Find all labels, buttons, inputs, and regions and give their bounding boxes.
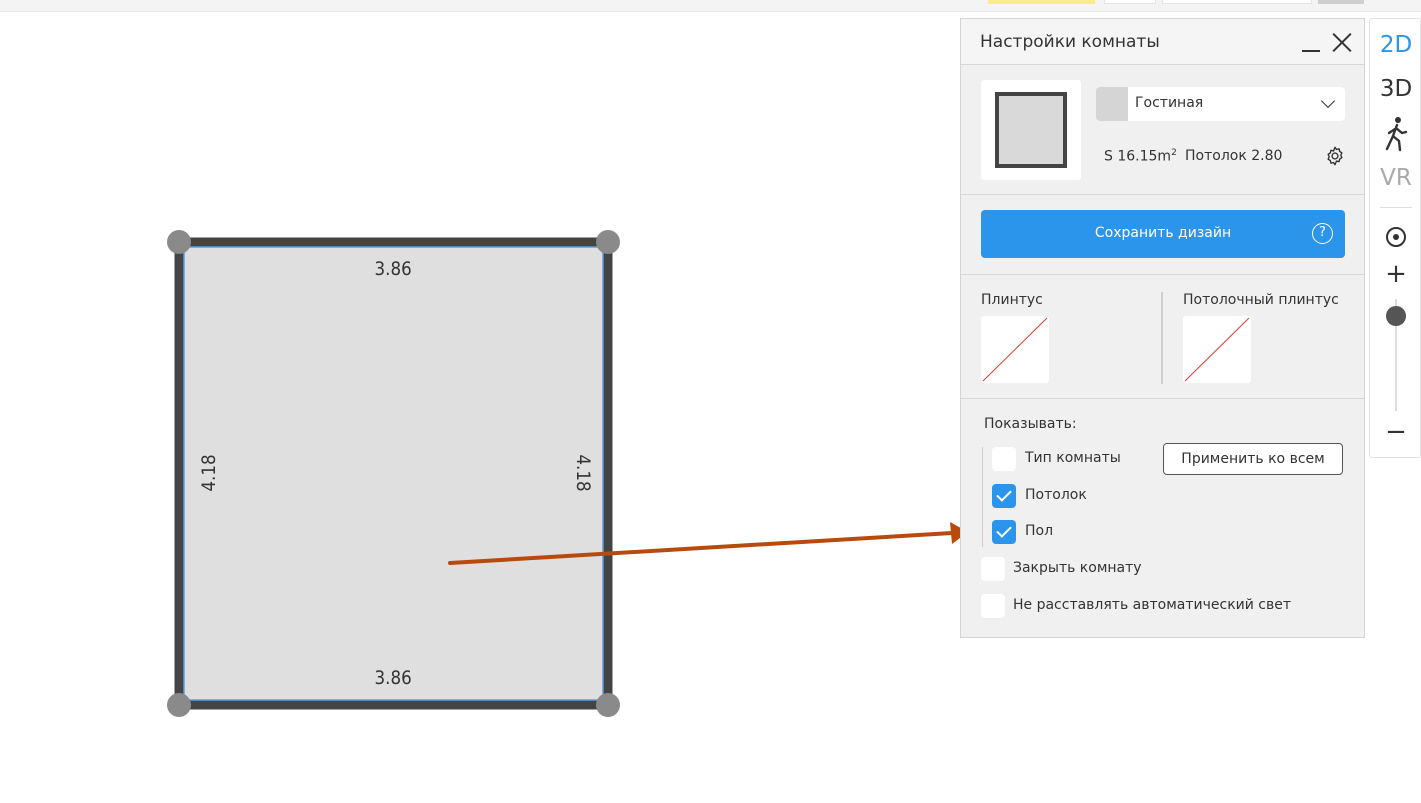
ceiling-plinth-label: Потолочный плинтус xyxy=(1183,292,1339,308)
no-auto-light-checkbox-label: Не расставлять автоматический свет xyxy=(1013,597,1292,613)
plinth-section: Плинтус Потолочный плинтус xyxy=(961,275,1364,399)
room-thumbnail xyxy=(981,80,1081,180)
panel-title: Настройки комнаты xyxy=(980,32,1160,52)
room-area-value: S 16.15m xyxy=(1104,148,1172,165)
walk-icon[interactable] xyxy=(1383,116,1409,152)
zoom-in-button[interactable]: + xyxy=(1370,259,1421,289)
toolbar-separator xyxy=(1380,207,1412,208)
chevron-down-icon xyxy=(1320,93,1336,109)
close-room-checkbox[interactable] xyxy=(981,557,1005,581)
show-label: Показывать: xyxy=(984,416,1077,432)
ceiling-height: Потолок 2.80 xyxy=(1185,148,1283,164)
view-vr-button[interactable]: VR xyxy=(1370,165,1421,191)
view-3d-button[interactable]: 3D xyxy=(1370,76,1421,102)
floor-checkbox[interactable] xyxy=(992,520,1016,544)
plinth-material-swatch[interactable] xyxy=(981,316,1049,383)
room-color-swatch[interactable] xyxy=(1096,87,1128,121)
zoom-slider-knob[interactable] xyxy=(1386,306,1406,326)
save-design-label: Сохранить дизайн xyxy=(1094,225,1232,241)
room-type-checkbox-label: Тип комнаты xyxy=(1025,450,1121,466)
room-type-select[interactable]: Гостиная xyxy=(1096,87,1345,121)
zoom-out-button[interactable]: − xyxy=(1370,417,1421,447)
room-area-unit-exponent: 2 xyxy=(1171,148,1177,158)
view-2d-button[interactable]: 2D xyxy=(1370,32,1421,58)
close-button[interactable] xyxy=(1329,29,1355,55)
room-type-value: Гостиная xyxy=(1135,95,1204,111)
gear-icon[interactable] xyxy=(1324,145,1346,167)
view-toolbar: 2D 3D VR + − xyxy=(1369,18,1421,458)
room-shape-icon xyxy=(995,92,1067,168)
target-icon[interactable] xyxy=(1386,227,1406,247)
save-section: Сохранить дизайн ? xyxy=(961,195,1364,275)
room-settings-panel: Настройки комнаты Гостиная S 16.15m2 Пот… xyxy=(960,18,1365,638)
close-room-checkbox-label: Закрыть комнату xyxy=(1013,560,1142,576)
save-design-button[interactable]: Сохранить дизайн ? xyxy=(981,210,1345,258)
floor-checkbox-label: Пол xyxy=(1025,523,1054,539)
show-options-section: Показывать: Тип комнаты Применить ко все… xyxy=(961,399,1364,637)
plinth-divider xyxy=(1161,292,1163,384)
apply-to-all-button[interactable]: Применить ко всем xyxy=(1163,443,1343,475)
minimize-button[interactable] xyxy=(1299,31,1323,55)
room-info-section: Гостиная S 16.15m2 Потолок 2.80 xyxy=(961,65,1364,195)
help-icon[interactable]: ? xyxy=(1312,223,1333,244)
plinth-label: Плинтус xyxy=(981,292,1043,308)
show-group-line xyxy=(982,447,983,547)
ceiling-checkbox[interactable] xyxy=(992,484,1016,508)
ceiling-checkbox-label: Потолок xyxy=(1025,487,1087,503)
ceiling-plinth-material-swatch[interactable] xyxy=(1183,316,1251,383)
panel-header: Настройки комнаты xyxy=(961,19,1364,65)
room-type-checkbox[interactable] xyxy=(992,447,1016,471)
room-area: S 16.15m2 xyxy=(1104,148,1177,165)
no-auto-light-checkbox[interactable] xyxy=(981,594,1005,618)
